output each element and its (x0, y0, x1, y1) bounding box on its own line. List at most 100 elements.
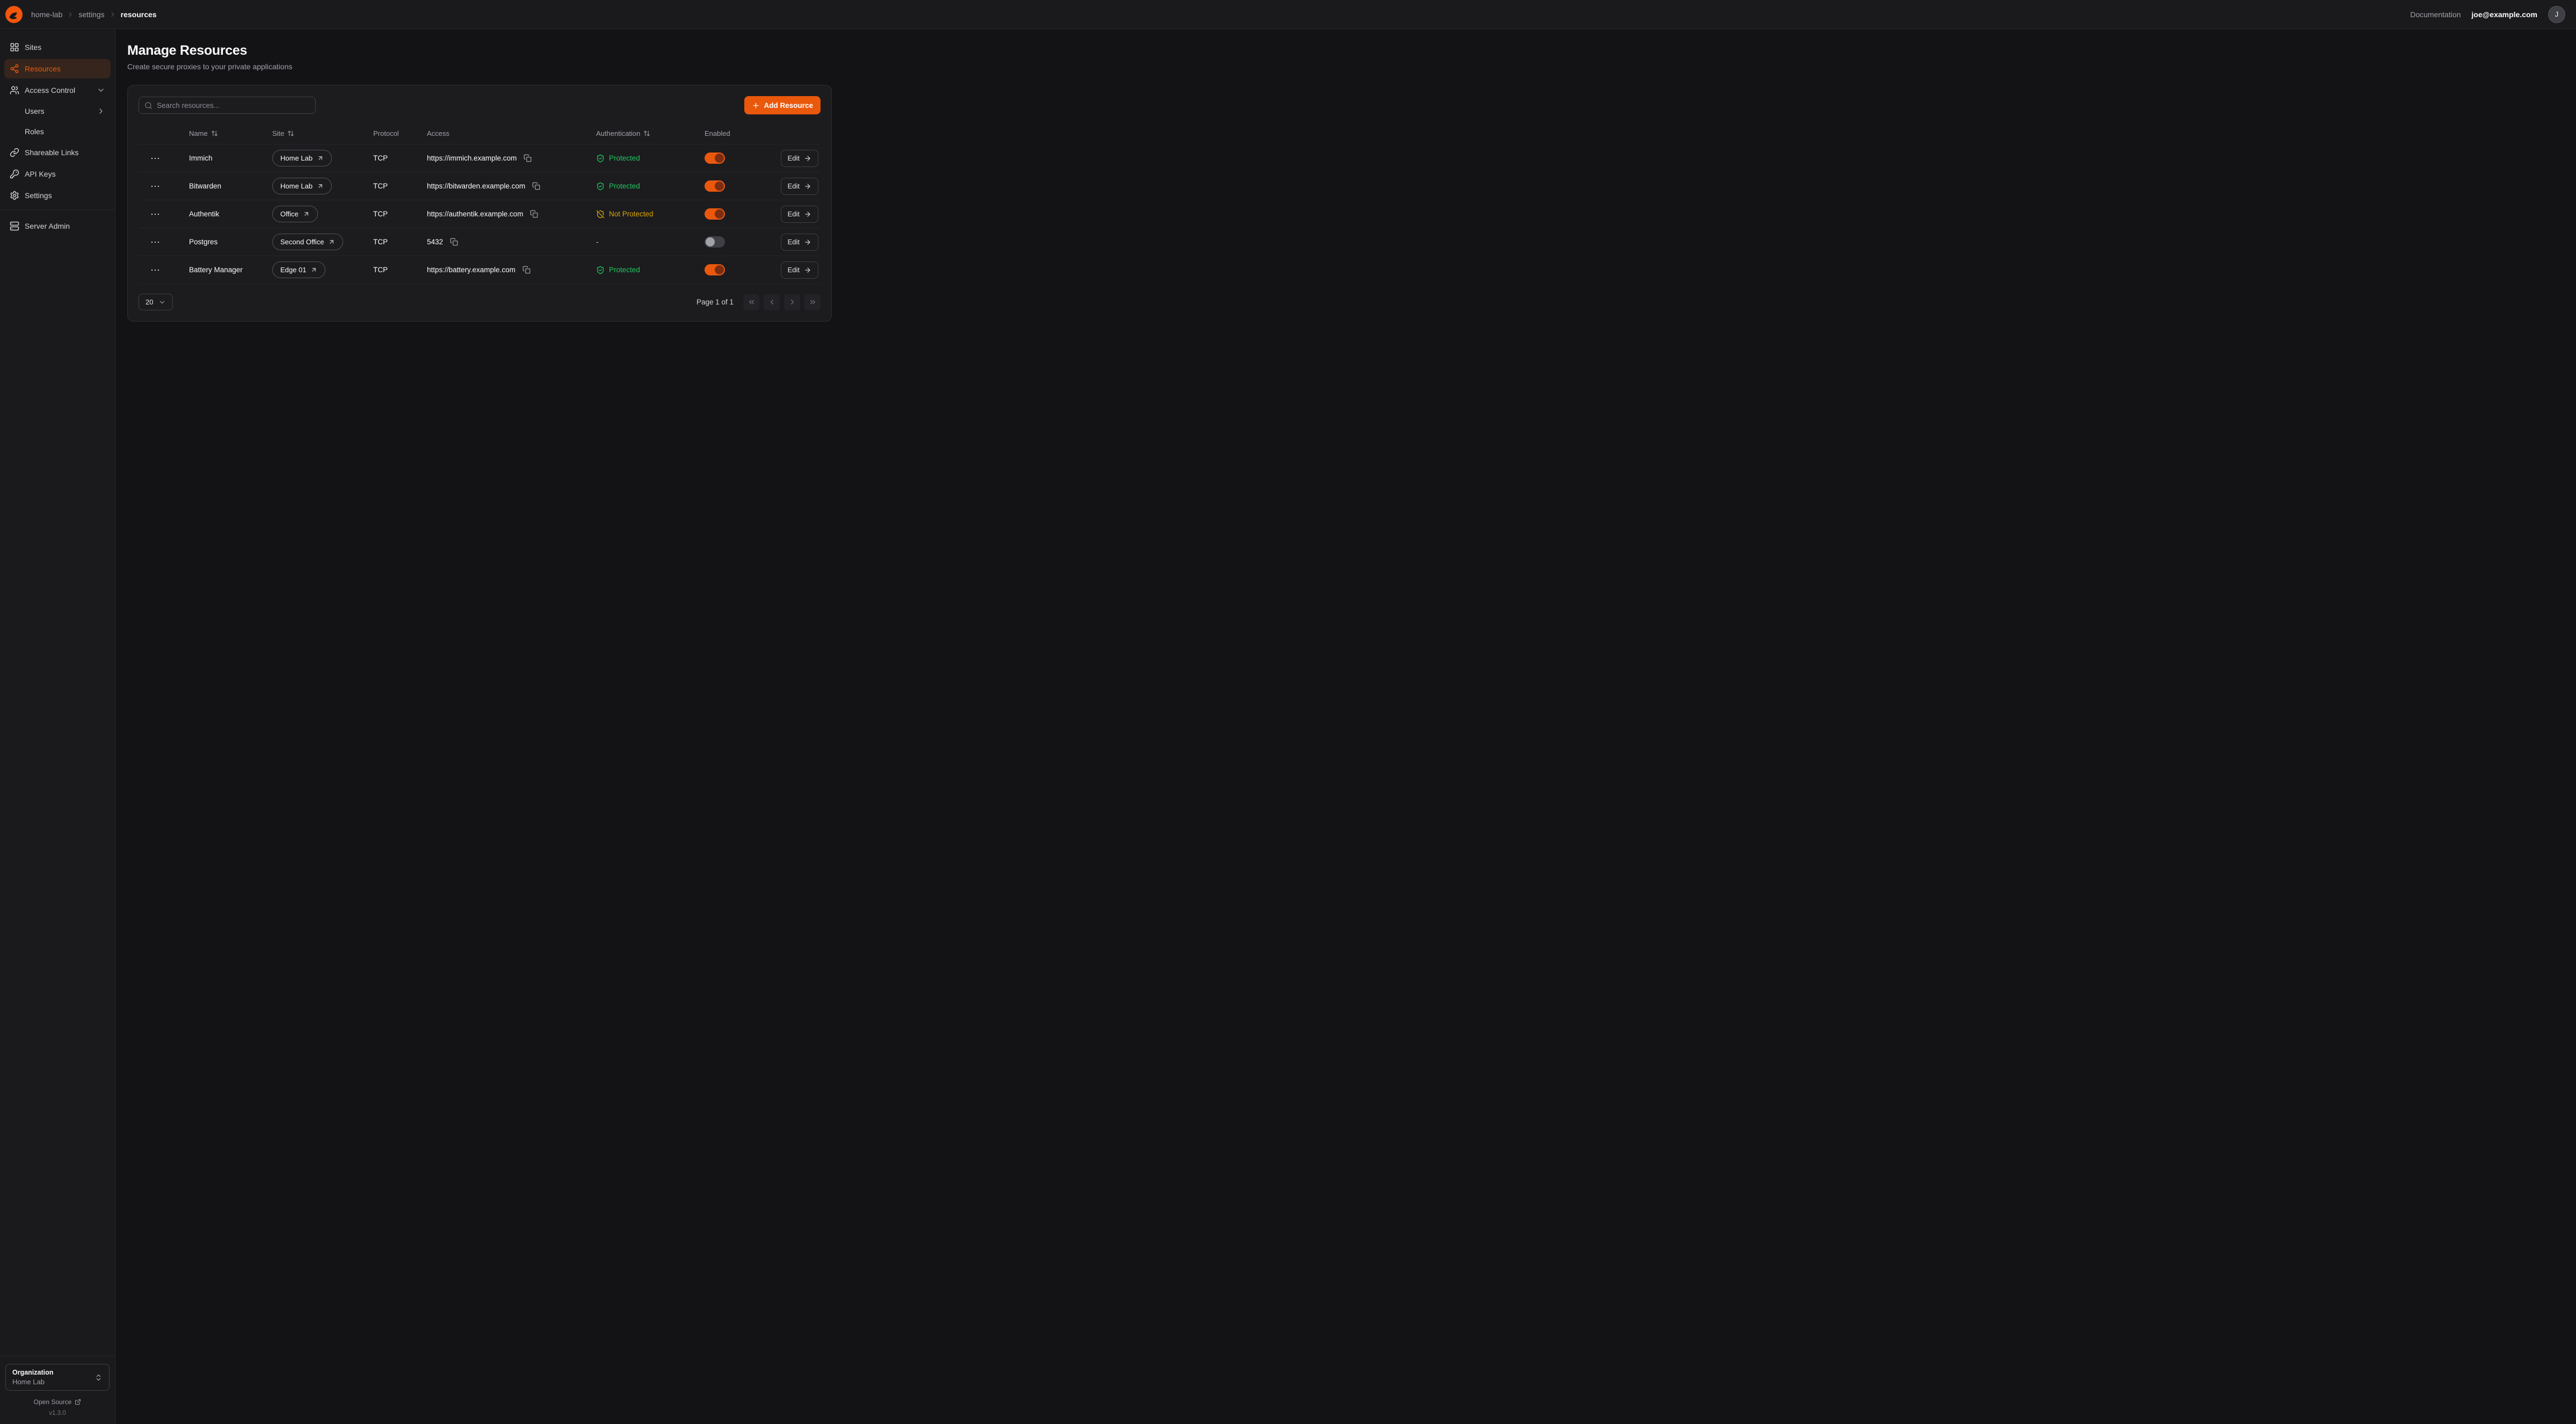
arrow-up-right-icon (303, 210, 310, 217)
copy-button[interactable] (531, 180, 542, 192)
row-auth-cell: Protected (596, 266, 705, 274)
last-page-button[interactable] (804, 294, 821, 310)
gear-icon (10, 191, 19, 200)
pagination: 20 Page 1 of 1 (139, 294, 821, 310)
header-authentication[interactable]: Authentication (596, 129, 705, 137)
sidebar-item-access-control[interactable]: Access Control (4, 81, 111, 100)
sort-icon[interactable] (287, 130, 294, 137)
edit-button[interactable]: Edit (781, 261, 818, 279)
enabled-toggle[interactable] (705, 152, 725, 164)
row-site-cell: Office (272, 206, 373, 222)
site-link-button[interactable]: Edge 01 (272, 261, 325, 278)
sidebar-item-users[interactable]: Users (4, 102, 111, 120)
protocol-value: TCP (373, 182, 388, 190)
site-link-button[interactable]: Second Office (272, 234, 343, 250)
link-icon (10, 148, 19, 157)
auth-status: Protected (596, 154, 640, 163)
header-site[interactable]: Site (272, 129, 373, 137)
enabled-toggle[interactable] (705, 180, 725, 192)
copy-button[interactable] (522, 152, 533, 164)
sidebar-item-settings[interactable]: Settings (4, 186, 111, 205)
row-menu-button[interactable]: ⋯ (146, 236, 165, 248)
sidebar-item-label: Roles (25, 127, 44, 136)
pagination-controls: Page 1 of 1 (696, 294, 821, 310)
sidebar-item-label: Sites (25, 43, 41, 52)
sidebar-item-label: Users (25, 107, 45, 115)
sort-icon[interactable] (643, 130, 650, 137)
avatar[interactable]: J (2548, 6, 2565, 23)
row-actions-cell: Edit (778, 234, 821, 251)
sidebar-item-label: Shareable Links (25, 148, 78, 157)
sidebar-spacer (4, 238, 111, 1356)
app-logo-icon[interactable] (4, 5, 24, 24)
open-source-link[interactable]: Open Source (5, 1398, 110, 1406)
plus-icon (752, 101, 760, 110)
row-name-cell: Immich (189, 154, 272, 162)
copy-button[interactable] (528, 208, 540, 220)
shield-check-icon (596, 182, 605, 191)
sidebar-item-sites[interactable]: Sites (4, 38, 111, 57)
resources-table: Name Site Protocol Access (139, 123, 821, 284)
shell: Sites Resources Access Control Users Roles Sh… (0, 29, 2576, 1424)
row-menu-button[interactable]: ⋯ (146, 208, 165, 220)
edit-button[interactable]: Edit (781, 234, 818, 251)
arrow-right-icon (804, 210, 811, 218)
sidebar-item-server-admin[interactable]: Server Admin (4, 216, 111, 236)
row-actions-cell: Edit (778, 150, 821, 167)
next-page-button[interactable] (784, 294, 800, 310)
arrow-up-right-icon (328, 238, 335, 245)
row-auth-cell: - (596, 238, 705, 246)
user-email[interactable]: joe@example.com (2471, 10, 2537, 19)
site-name: Home Lab (280, 182, 313, 190)
sidebar-divider (0, 209, 115, 210)
site-link-button[interactable]: Office (272, 206, 318, 222)
page-size-select[interactable]: 20 (139, 294, 173, 310)
site-link-button[interactable]: Home Lab (272, 150, 332, 166)
site-link-button[interactable]: Home Lab (272, 178, 332, 194)
row-auth-cell: Protected (596, 154, 705, 163)
documentation-link[interactable]: Documentation (2410, 10, 2461, 19)
sort-icon[interactable] (211, 130, 218, 137)
access-value: 5432 (427, 238, 443, 246)
search-input[interactable] (157, 101, 310, 110)
breadcrumb-settings[interactable]: settings (78, 10, 104, 19)
row-menu-button[interactable]: ⋯ (146, 152, 165, 164)
site-name: Edge 01 (280, 266, 306, 274)
sidebar-item-resources[interactable]: Resources (4, 59, 111, 78)
site-name: Office (280, 210, 299, 218)
auth-status-label: - (596, 238, 599, 246)
sidebar-item-api-keys[interactable]: API Keys (4, 164, 111, 184)
sidebar-item-roles[interactable]: Roles (4, 122, 111, 141)
server-icon (10, 221, 19, 231)
add-resource-button[interactable]: Add Resource (744, 96, 821, 114)
sidebar-item-shareable-links[interactable]: Shareable Links (4, 143, 111, 162)
edit-button[interactable]: Edit (781, 178, 818, 195)
header-protocol-label: Protocol (373, 129, 399, 137)
enabled-toggle[interactable] (705, 236, 725, 248)
enabled-toggle[interactable] (705, 264, 725, 275)
row-menu-button[interactable]: ⋯ (146, 264, 165, 276)
copy-button[interactable] (521, 264, 532, 275)
breadcrumb-org[interactable]: home-lab (31, 10, 62, 19)
edit-button[interactable]: Edit (781, 150, 818, 167)
previous-page-button[interactable] (764, 294, 780, 310)
edit-button[interactable]: Edit (781, 206, 818, 223)
chevron-down-icon (158, 299, 166, 306)
header-name[interactable]: Name (189, 129, 272, 137)
row-protocol-cell: TCP (373, 154, 427, 162)
enabled-toggle[interactable] (705, 208, 725, 220)
organization-selector[interactable]: Organization Home Lab (5, 1364, 110, 1391)
card-toolbar: Add Resource (139, 96, 821, 114)
shield-check-icon (596, 154, 605, 163)
row-access-cell: https://bitwarden.example.com (427, 180, 596, 192)
row-enabled-cell (705, 180, 778, 192)
row-protocol-cell: TCP (373, 238, 427, 246)
arrow-right-icon (804, 183, 811, 190)
row-menu-button[interactable]: ⋯ (146, 180, 165, 192)
breadcrumb-resources: resources (121, 10, 157, 19)
chevron-right-icon (109, 11, 117, 18)
first-page-button[interactable] (743, 294, 759, 310)
access-value: https://bitwarden.example.com (427, 182, 525, 190)
copy-button[interactable] (448, 236, 460, 248)
edit-button-label: Edit (788, 238, 800, 246)
